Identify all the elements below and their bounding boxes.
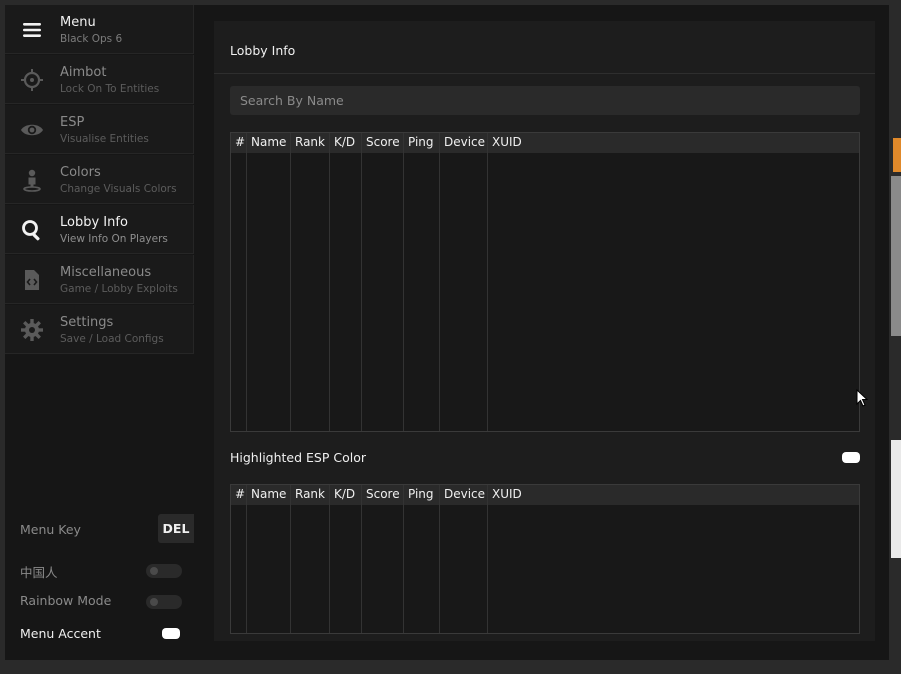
rainbow-mode-label: Rainbow Mode bbox=[20, 593, 112, 608]
sidebar-item-lobby-info[interactable]: Lobby Info View Info On Players bbox=[5, 205, 194, 254]
column-header[interactable]: Device bbox=[444, 135, 485, 149]
sidebar-item-settings[interactable]: Settings Save / Load Configs bbox=[5, 305, 194, 354]
cheat-menu-window: Menu Black Ops 6 Aimbot Lock On To Entit… bbox=[5, 5, 889, 660]
sidebar-item-label: Settings bbox=[60, 315, 114, 330]
menu-accent-color-swatch[interactable] bbox=[162, 628, 180, 639]
eye-icon bbox=[20, 118, 44, 142]
toggle-knob bbox=[150, 567, 158, 575]
menu-header[interactable]: Menu Black Ops 6 bbox=[5, 5, 194, 54]
menu-key-label: Menu Key bbox=[20, 522, 81, 537]
rainbow-mode-toggle[interactable] bbox=[146, 595, 182, 609]
gear-icon bbox=[20, 318, 44, 342]
menu-key-button[interactable]: DEL bbox=[158, 514, 194, 543]
sidebar-item-aimbot[interactable]: Aimbot Lock On To Entities bbox=[5, 55, 194, 104]
background-game-fragment bbox=[891, 176, 901, 336]
menu-title: Menu bbox=[60, 15, 96, 30]
sidebar-item-sublabel: Lock On To Entities bbox=[60, 83, 160, 95]
page-title: Lobby Info bbox=[230, 43, 296, 58]
code-file-icon bbox=[20, 268, 44, 292]
highlighted-esp-color-label: Highlighted ESP Color bbox=[230, 450, 367, 465]
sidebar-item-sublabel: Visualise Entities bbox=[60, 133, 149, 145]
highlighted-players-table[interactable]: # Name Rank K/D Score Ping Device XUID bbox=[230, 484, 860, 634]
background-game-fragment bbox=[893, 138, 901, 172]
menu-subtitle: Black Ops 6 bbox=[60, 33, 123, 45]
highlighted-esp-color-swatch[interactable] bbox=[842, 452, 860, 463]
sidebar-item-label: Miscellaneous bbox=[60, 265, 152, 280]
column-divider bbox=[231, 133, 488, 431]
search-icon bbox=[20, 218, 44, 242]
mouse-cursor-icon bbox=[856, 388, 869, 407]
chinese-toggle[interactable] bbox=[146, 564, 182, 578]
sidebar-item-miscellaneous[interactable]: Miscellaneous Game / Lobby Exploits bbox=[5, 255, 194, 304]
column-divider bbox=[231, 485, 488, 633]
sidebar-item-esp[interactable]: ESP Visualise Entities bbox=[5, 105, 194, 154]
sidebar-item-sublabel: Change Visuals Colors bbox=[60, 183, 177, 195]
crosshair-icon bbox=[20, 68, 44, 92]
column-header[interactable]: XUID bbox=[492, 135, 522, 149]
sidebar-item-colors[interactable]: Colors Change Visuals Colors bbox=[5, 155, 194, 204]
sidebar-item-sublabel: Game / Lobby Exploits bbox=[60, 283, 178, 295]
column-header[interactable]: XUID bbox=[492, 487, 522, 501]
players-table[interactable]: # Name Rank K/D Score Ping Device XUID bbox=[230, 132, 860, 432]
lobby-info-panel: Lobby Info #NameRankK/DScorePingDeviceXU… bbox=[214, 21, 875, 641]
menu-accent-label: Menu Accent bbox=[20, 626, 101, 641]
column-header[interactable]: Device bbox=[444, 487, 485, 501]
sidebar-item-label: Lobby Info bbox=[60, 215, 128, 230]
sidebar-item-label: Aimbot bbox=[60, 65, 107, 80]
background-game-fragment bbox=[891, 440, 901, 558]
chinese-label: 中国人 bbox=[20, 565, 58, 580]
sidebar-item-label: ESP bbox=[60, 115, 85, 130]
person-pin-icon bbox=[20, 168, 44, 192]
toggle-knob bbox=[150, 598, 158, 606]
sidebar-item-sublabel: View Info On Players bbox=[60, 233, 168, 245]
sidebar: Menu Black Ops 6 Aimbot Lock On To Entit… bbox=[5, 5, 194, 660]
sidebar-item-label: Colors bbox=[60, 165, 101, 180]
hamburger-icon bbox=[20, 18, 44, 42]
sidebar-item-sublabel: Save / Load Configs bbox=[60, 333, 164, 345]
search-input[interactable] bbox=[230, 86, 860, 115]
divider bbox=[214, 73, 875, 74]
